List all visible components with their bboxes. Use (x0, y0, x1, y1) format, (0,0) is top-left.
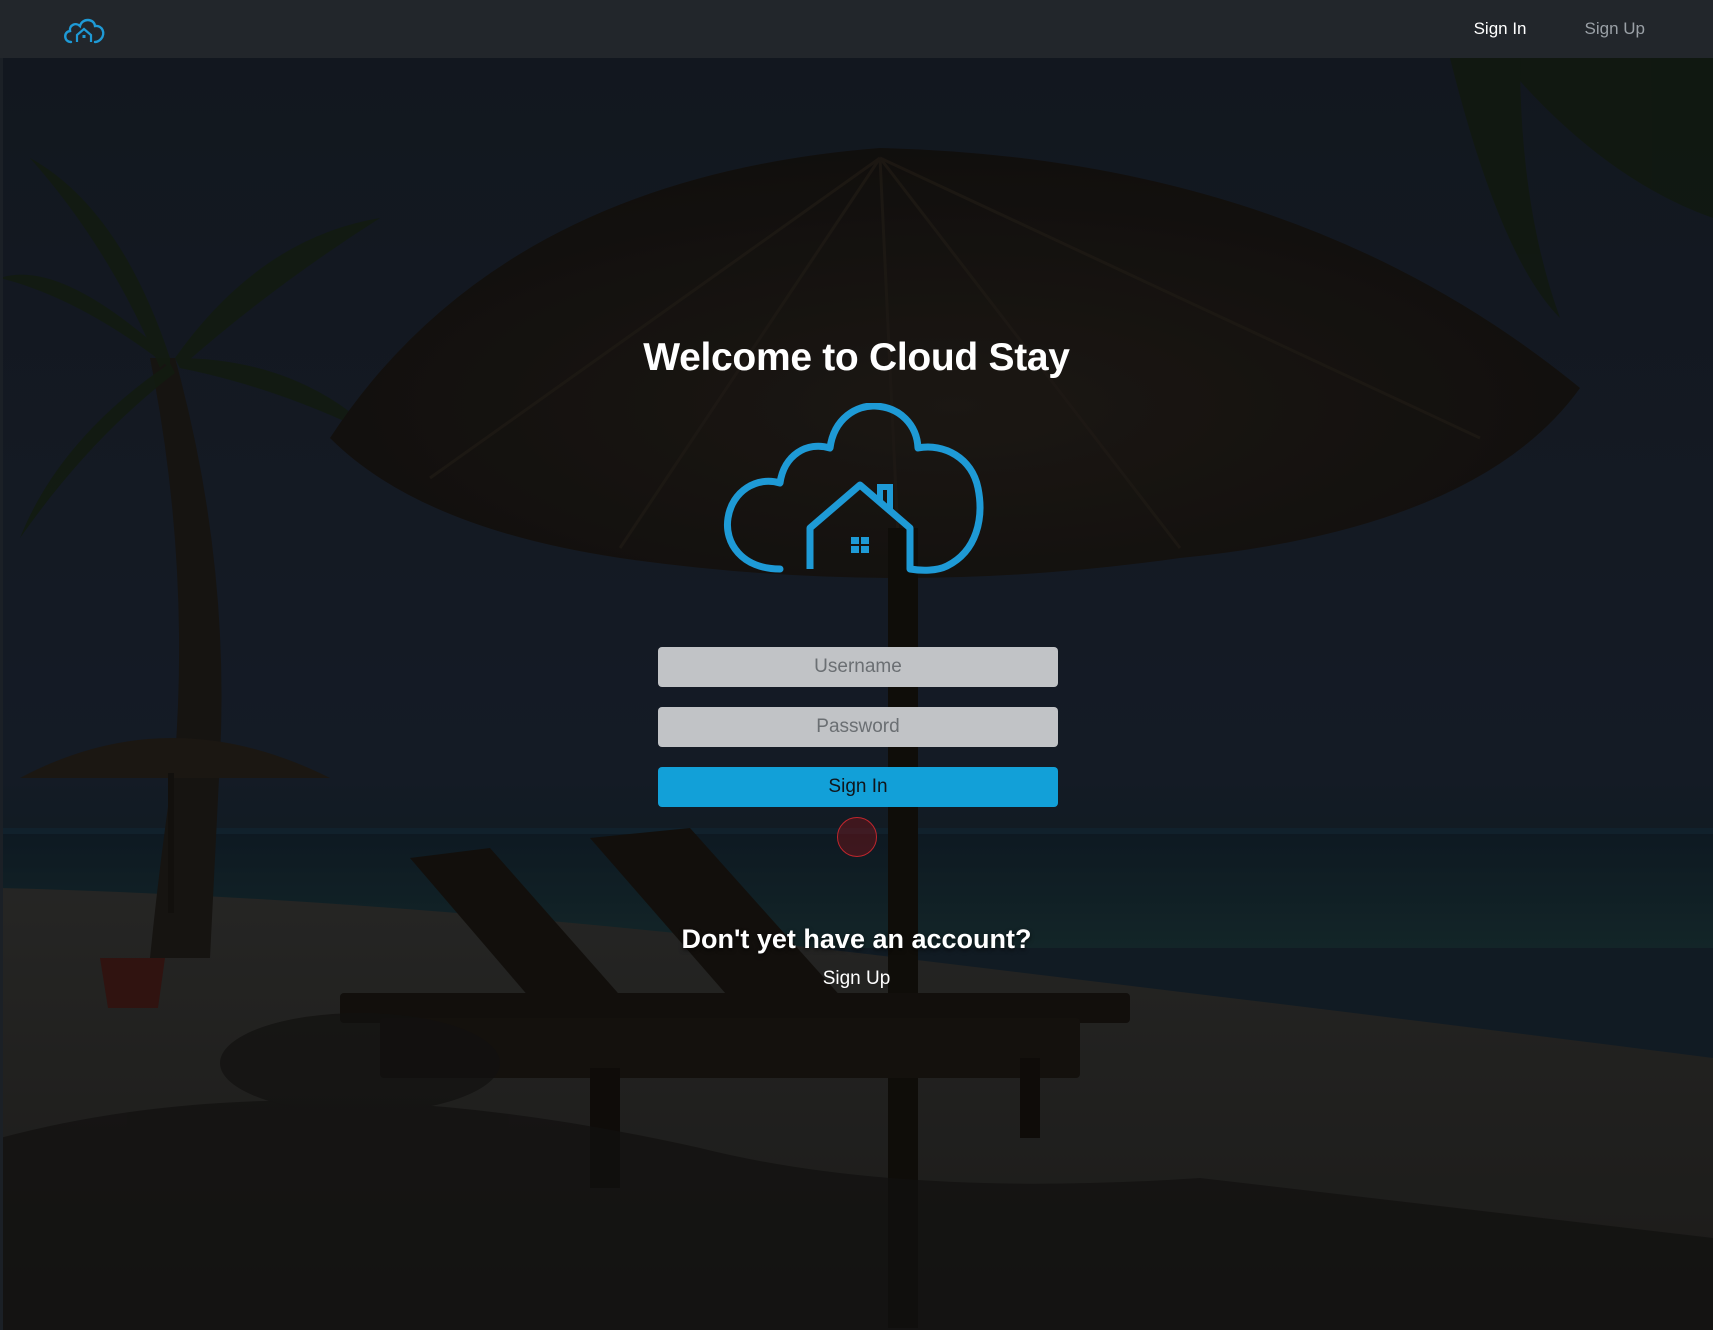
sign-in-button[interactable]: Sign In (658, 767, 1058, 807)
username-input[interactable] (658, 647, 1058, 687)
brand-logo[interactable] (62, 14, 108, 46)
cloud-home-icon (723, 403, 984, 574)
nav-sign-in-link[interactable]: Sign In (1445, 19, 1556, 39)
cloud-home-icon (64, 18, 105, 44)
nav-links: Sign In Sign Up (1445, 0, 1645, 58)
nav-sign-up-link[interactable]: Sign Up (1556, 19, 1645, 39)
signin-panel: Welcome to Cloud Stay Sign In Don't yet … (0, 0, 1713, 1330)
page: Sign In Sign Up Welcome to Cloud Stay Si… (0, 0, 1713, 1330)
sign-up-link[interactable]: Sign Up (823, 968, 891, 989)
click-marker (837, 817, 877, 857)
page-title: Welcome to Cloud Stay (643, 336, 1070, 379)
password-input[interactable] (658, 707, 1058, 747)
navbar: Sign In Sign Up (0, 0, 1713, 58)
signup-prompt: Don't yet have an account? (681, 924, 1032, 954)
signup-link-wrapper: Sign Up (0, 968, 1713, 990)
